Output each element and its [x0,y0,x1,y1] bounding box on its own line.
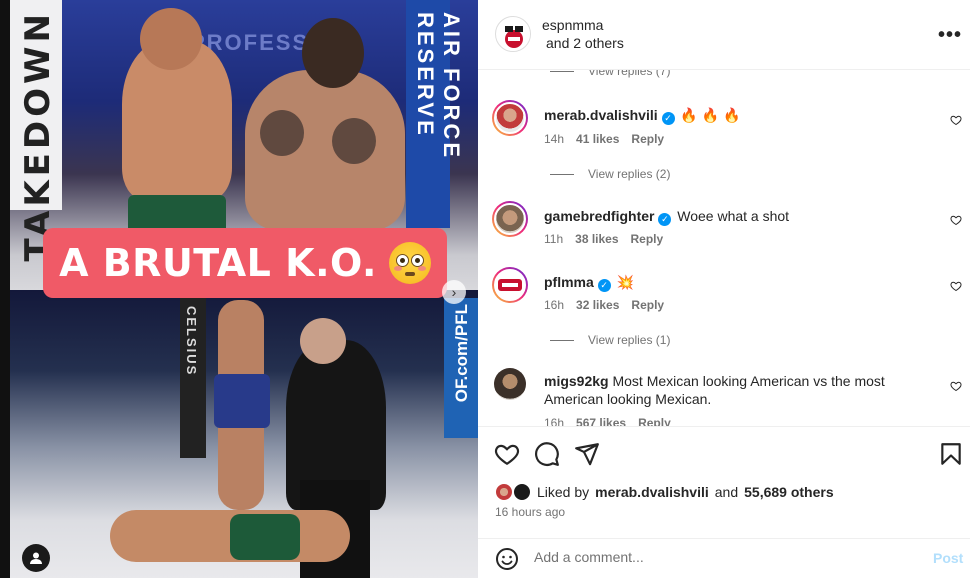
liker-avatar[interactable] [495,483,513,501]
view-replies-button[interactable]: View replies (1) [550,333,670,347]
espn-mma-logo [497,18,530,51]
headline-text: A BRUTAL K.O. [59,241,377,285]
commenter-avatar[interactable] [492,267,528,303]
divider-line [550,339,574,341]
comment-time[interactable]: 14h [544,132,564,146]
comment-meta: 16h 567 likes Reply [544,416,671,426]
comment-time[interactable]: 16h [544,298,564,312]
celsius-sign: CELSIUS [180,298,206,458]
comment-text: merab.dvalishvili ✓ 🔥 🔥 🔥 [544,106,914,125]
comment-like-icon[interactable] [950,280,962,292]
comment-username[interactable]: pflmma [544,274,594,290]
standing-fighter-shorts [214,374,270,428]
liked-by-and: and [714,484,739,500]
view-replies-label: View replies (2) [588,167,671,181]
post-header: espnmma and 2 others ••• [478,0,970,70]
comment-icon[interactable] [534,441,560,467]
user-tag-button[interactable] [22,544,50,572]
comment-likes[interactable]: 567 likes [576,416,626,426]
send-icon[interactable] [574,441,600,467]
cage-banner-right-text: AIR FORCE RESERVE [413,12,464,160]
comment-text: migs92kg Most Mexican looking American v… [544,372,914,408]
liker-avatar[interactable] [513,483,531,501]
liked-by-user[interactable]: merab.dvalishvili [595,484,709,500]
liked-by-others[interactable]: 55,689 others [744,484,834,500]
view-replies-button[interactable]: View replies (2) [550,167,670,181]
fighter-left-head [140,8,202,70]
author-username[interactable]: espnmma [542,17,603,33]
liked-by-prefix: Liked by [537,484,590,500]
comment-body: 💥 [616,274,635,290]
post-media[interactable]: TAKEDOWN PROFESSION AIR FORCE RESERVE CE… [0,0,478,578]
oftv-sign: OF.com/PFL [444,298,478,438]
view-replies-label: View replies (7) [588,70,671,78]
post-button[interactable]: Post [933,550,963,566]
emoji-icon[interactable] [495,547,519,571]
pfl-logo [498,279,522,291]
tattoo [260,110,304,156]
comment-text: pflmma ✓ 💥 [544,273,914,292]
more-horizontal-icon: ••• [938,24,963,46]
comment-time[interactable]: 11h [544,232,563,246]
view-replies-button[interactable]: View replies (7) [550,70,670,78]
reply-button[interactable]: Reply [631,298,664,312]
cage-banner-left-text: TAKEDOWN [18,10,58,262]
comment-time[interactable]: 16h [544,416,564,426]
flushed-face-icon [388,242,431,284]
comment-like-icon[interactable] [950,214,962,226]
comment-likes[interactable]: 38 likes [575,232,618,246]
comment-username[interactable]: migs92kg [544,373,609,389]
heart-icon[interactable] [494,441,520,467]
fighter-right-head [302,18,364,88]
knocked-down-fighter-shorts [230,514,300,560]
post-actions: Liked by merab.dvalishvili and 55,689 ot… [478,426,970,538]
user-icon [30,552,42,564]
comment-body: Woee what a shot [677,208,790,224]
comments-list[interactable]: View replies (7) merab.dvalishvili ✓ 🔥 🔥… [478,70,970,426]
oftv-sign-text: OF.com/PFL [452,304,471,403]
comment-body: 🔥 🔥 🔥 [680,107,741,123]
referee-head [300,318,346,364]
comment-username[interactable]: gamebredfighter [544,208,654,224]
headline-caption: A BRUTAL K.O. [43,228,447,298]
liked-by-row: Liked by merab.dvalishvili and 55,689 ot… [495,483,834,501]
media-edge [0,0,10,578]
reply-button[interactable]: Reply [631,132,664,146]
comment-meta: 14h 41 likes Reply [544,132,664,146]
cage-banner-left: TAKEDOWN [10,0,62,262]
more-options-button[interactable]: ••• [938,24,962,47]
divider-line [550,70,574,72]
comment-likes[interactable]: 41 likes [576,132,619,146]
cage-banner-right: AIR FORCE RESERVE [406,0,464,228]
view-replies-label: View replies (1) [588,333,671,347]
add-comment-bar: Post [478,538,970,578]
comment-meta: 11h 38 likes Reply [544,232,663,246]
comment-text: gamebredfighter ✓ Woee what a shot [544,207,914,226]
reply-button[interactable]: Reply [638,416,671,426]
comment-username[interactable]: merab.dvalishvili [544,107,658,123]
verified-badge-icon: ✓ [597,279,611,292]
celsius-sign-text: CELSIUS [184,306,199,377]
verified-badge-icon: ✓ [661,112,675,125]
bookmark-icon[interactable] [938,441,964,467]
commenter-avatar[interactable] [492,201,528,237]
comment-like-icon[interactable] [950,114,962,126]
carousel-next-button[interactable]: › [442,280,466,304]
post-side-panel: espnmma and 2 others ••• View replies (7… [478,0,970,578]
verified-badge-icon: ✓ [658,213,672,226]
commenter-avatar[interactable] [494,368,526,400]
comment-meta: 16h 32 likes Reply [544,298,664,312]
commenter-avatar[interactable] [492,100,528,136]
comment-like-icon[interactable] [950,380,962,392]
divider-line [550,173,574,175]
collab-others[interactable]: and 2 others [546,35,624,51]
comment-input[interactable] [534,549,914,565]
reply-button[interactable]: Reply [631,232,664,246]
comment-likes[interactable]: 32 likes [576,298,619,312]
author-avatar[interactable] [495,16,531,52]
post-timestamp[interactable]: 16 hours ago [495,505,565,519]
tattoo [332,118,376,164]
